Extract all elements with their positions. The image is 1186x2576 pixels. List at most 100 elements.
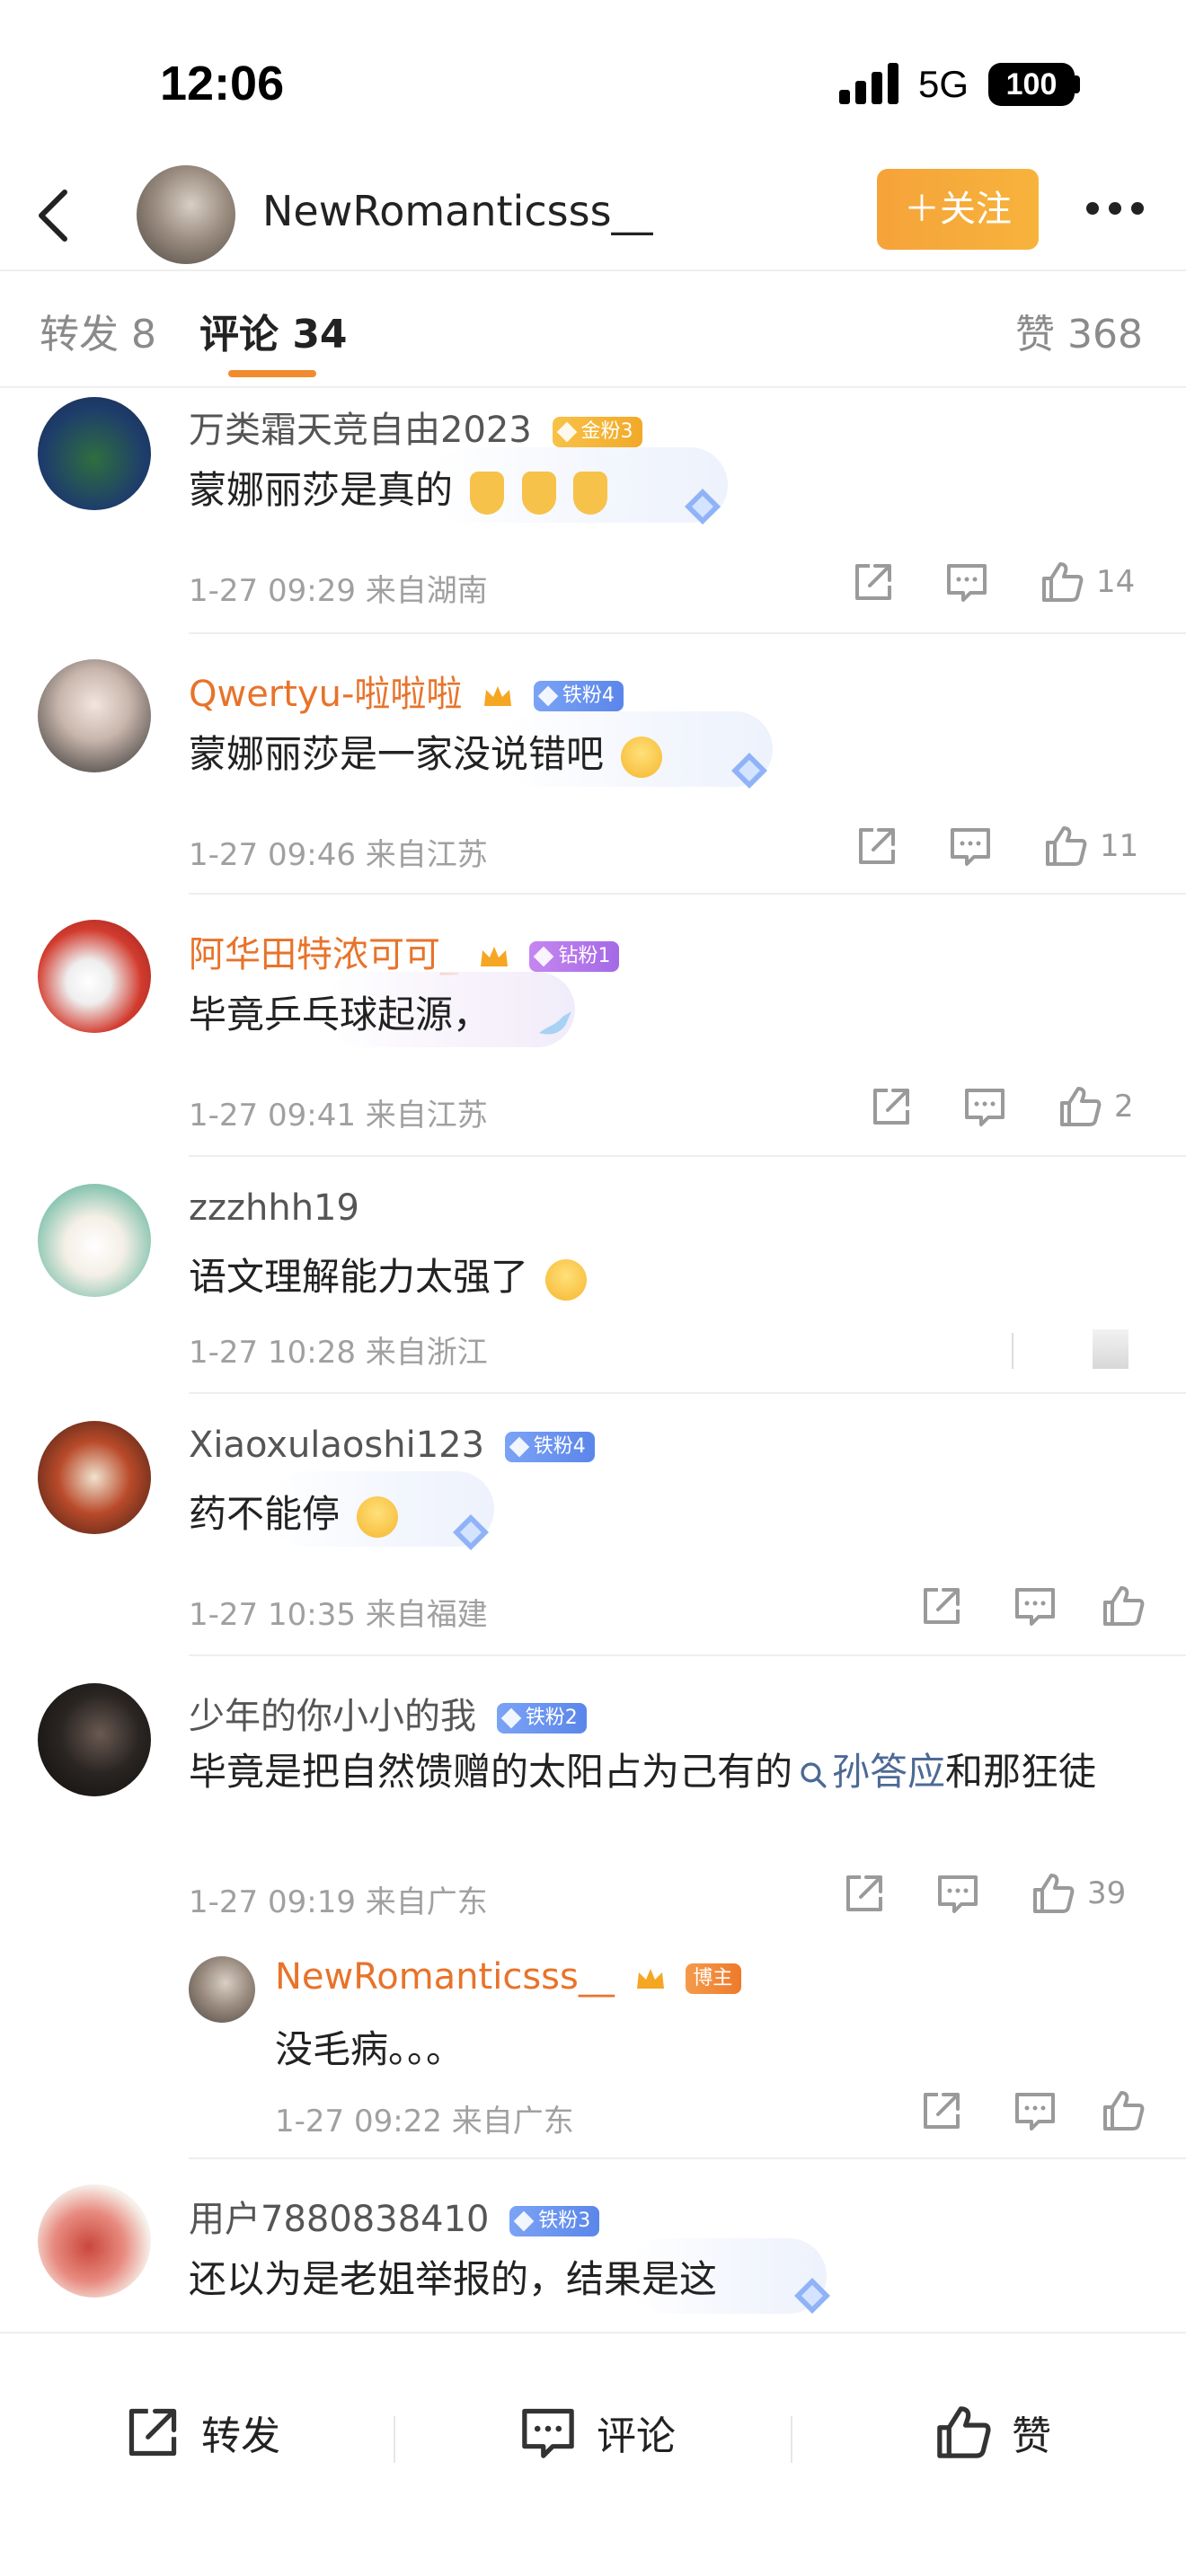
share-button[interactable] [850,559,897,613]
tab-like[interactable]: 赞 368 [1015,302,1143,359]
divider [791,2416,792,2463]
fan-badge-label: 铁粉3 [538,2210,591,2232]
bubble-gem-icon [730,751,769,790]
comment-actions: 14 [850,559,1146,613]
commenter-avatar[interactable] [38,1421,151,1534]
reply-button[interactable] [1012,2087,1058,2141]
share-icon [854,823,900,869]
share-icon [841,1870,888,1917]
reply-button[interactable] [943,559,990,613]
commenter-avatar[interactable] [38,920,151,1033]
mention-link[interactable]: 孙答应 [832,1750,945,1794]
share-button[interactable] [868,1083,915,1137]
bubble-gem-icon [683,487,722,526]
comment-text: 毕竟乒乓球起源， [189,984,491,1039]
reply-actions [918,2087,1146,2141]
thumbs-up-emoji [573,471,608,515]
commenter-avatar[interactable] [38,397,151,510]
commenter-name[interactable]: 阿华田特浓可可_ 钻粉1 [189,925,620,977]
comment-actions: 39 [841,1870,1146,1924]
like-button[interactable] [1100,2087,1146,2141]
commenter-avatar[interactable] [38,2184,151,2298]
comment-meta: 1-27 10:28 来自浙江 [189,1335,488,1371]
smile-emoji [357,1495,399,1538]
reply-text: 没毛病。。。 [275,2027,465,2071]
fan-badge-label: 金粉3 [580,420,633,443]
commenter-avatar[interactable] [38,1683,151,1796]
reply-meta: 1-27 09:22 来自广东 [275,2104,574,2139]
thumbs-up-emoji [521,471,556,515]
like-button[interactable] [1100,1583,1146,1636]
commenter-name-text: Xiaoxulaoshi123 [189,1425,485,1466]
commenter-avatar[interactable] [38,1184,151,1297]
comment-meta: 1-27 09:41 来自江苏 [189,1098,488,1134]
like-button[interactable]: 2 [1057,1083,1134,1137]
network-label: 5G [918,63,969,105]
comment-icon [961,1083,1008,1130]
comment-text-body: 还以为是老姐举报的，结果是这 [189,2257,718,2301]
reply-author-name[interactable]: NewRomanticsss__ 博主 [275,1956,742,1998]
share-icon [122,2402,183,2463]
fan-badge: 铁粉3 [509,2206,600,2236]
commenter-name[interactable]: Qwertyu-啦啦啦 铁粉4 [189,665,624,717]
crown-icon [480,947,508,966]
commenter-name[interactable]: 少年的你小小的我 铁粉2 [189,1687,587,1739]
share-button[interactable] [918,1583,965,1636]
search-icon [801,1761,827,1787]
comment-icon [934,1870,981,1917]
comment-text: 毕竟是把自然馈赠的太阳占为己有的 孙答应和那狂徒 [189,1742,1141,1802]
repost-button[interactable]: 转发 [122,2402,280,2466]
author-name[interactable]: NewRomanticsss__ [262,187,653,235]
reply-button[interactable] [1012,1583,1058,1636]
comment-actions [918,1583,1146,1636]
like-button[interactable]: 赞 [933,2402,1051,2466]
comment-text: 还以为是老姐举报的，结果是这 [189,2249,717,2304]
tab-repost[interactable]: 转发 8 [40,302,156,359]
reply-avatar[interactable] [189,1956,255,2023]
commenter-name[interactable]: zzzhhh19 [189,1187,359,1229]
share-button[interactable] [854,823,900,877]
share-button[interactable] [918,2087,965,2141]
grinning-emoji [545,1258,588,1301]
status-bar: 12:06 5G 100 [0,0,1186,162]
comment-button[interactable]: 评论 [518,2402,676,2466]
fan-badge: 铁粉4 [504,1432,595,1462]
status-time: 12:06 [160,57,285,110]
commenter-name-text: 万类霜天竞自由2023 [189,410,532,451]
follow-button[interactable]: ＋关注 [877,169,1039,250]
reply-button[interactable] [934,1870,981,1924]
like-count: 2 [1114,1089,1134,1125]
top-bar: NewRomanticsss__ ＋关注 [0,162,1186,269]
loading-placeholder [1012,1333,1013,1369]
commenter-name-text: 阿华田特浓可可_ [189,934,458,975]
tab-bar: 转发 8 评论 34 赞 368 [0,271,1186,386]
fan-badge: 铁粉2 [496,1703,587,1734]
like-button[interactable]: 11 [1042,823,1138,877]
comment-text-body: 药不能停 [189,1492,341,1536]
tab-comment[interactable]: 评论 34 [199,302,348,359]
commenter-name[interactable]: 用户7880838410 铁粉3 [189,2190,600,2242]
back-icon[interactable] [31,187,77,244]
like-button[interactable]: 14 [1039,559,1135,613]
commenter-name[interactable]: 万类霜天竞自由2023 金粉3 [189,401,642,453]
laughing-emoji [621,736,663,778]
commenter-name-text: zzzhhh19 [189,1187,359,1229]
share-button[interactable] [841,1870,888,1924]
active-tab-indicator [228,370,316,377]
reply-button[interactable] [947,823,994,877]
commenter-name[interactable]: Xiaoxulaoshi123 铁粉4 [189,1425,595,1466]
comment-item: 少年的你小小的我 铁粉2 毕竟是把自然馈赠的太阳占为己有的 孙答应和那狂徒 1-2… [0,1656,1186,2159]
fan-badge: 钻粉1 [529,941,620,972]
comment-icon [947,823,994,869]
like-icon [1039,559,1085,605]
divider [394,2416,395,2463]
commenter-avatar[interactable] [38,659,151,772]
like-button[interactable]: 39 [1030,1870,1126,1924]
comment-icon [1012,2087,1058,2134]
comment-text-body: 毕竟乒乓球起源， [189,992,491,1037]
reply-button[interactable] [961,1083,1008,1137]
comment-text-body: 蒙娜丽莎是一家没说错吧 [189,732,605,776]
more-icon[interactable] [1084,198,1146,219]
author-avatar[interactable] [137,165,235,264]
comment-item: 阿华田特浓可可_ 钻粉1 毕竟乒乓球起源， 1-27 09:41 来自江苏 2 [0,895,1186,1157]
